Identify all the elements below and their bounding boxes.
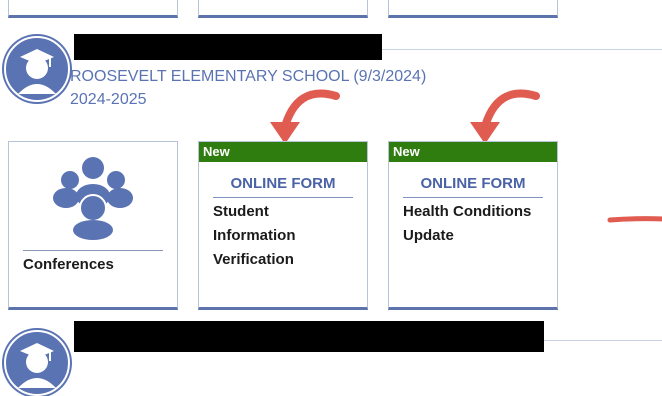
student-avatar	[4, 36, 70, 102]
annotation-stroke	[607, 216, 662, 223]
redacted-student-name	[74, 34, 382, 60]
online-form-heading: ONLINE FORM	[403, 175, 543, 198]
top-tile-3[interactable]	[388, 0, 558, 18]
health-conditions-form-tile[interactable]: New ONLINE FORM Health Conditions Update	[388, 141, 558, 310]
form-title: Health Conditions Update	[403, 203, 532, 244]
school-name: ROOSEVELT ELEMENTARY SCHOOL (9/3/2024)	[70, 68, 427, 85]
top-tile-2[interactable]	[198, 0, 368, 18]
people-group-icon	[53, 157, 133, 240]
graduate-cap-icon	[7, 333, 67, 393]
graduate-cap-icon	[7, 39, 67, 99]
school-year: 2024-2025	[70, 91, 147, 108]
conferences-divider	[23, 250, 163, 251]
form-title: Student Information Verification	[213, 203, 296, 268]
student-avatar	[4, 330, 70, 396]
new-badge: New	[389, 142, 557, 162]
student-info-form-tile[interactable]: New ONLINE FORM Student Information Veri…	[198, 141, 368, 310]
redacted-student-name	[74, 321, 544, 352]
section-divider	[544, 340, 662, 341]
conferences-label: Conferences	[23, 256, 114, 273]
online-form-heading: ONLINE FORM	[213, 175, 353, 198]
top-tile-1[interactable]	[8, 0, 178, 18]
new-badge: New	[199, 142, 367, 162]
section-divider	[382, 49, 662, 50]
conferences-tile[interactable]: Conferences	[8, 141, 178, 310]
